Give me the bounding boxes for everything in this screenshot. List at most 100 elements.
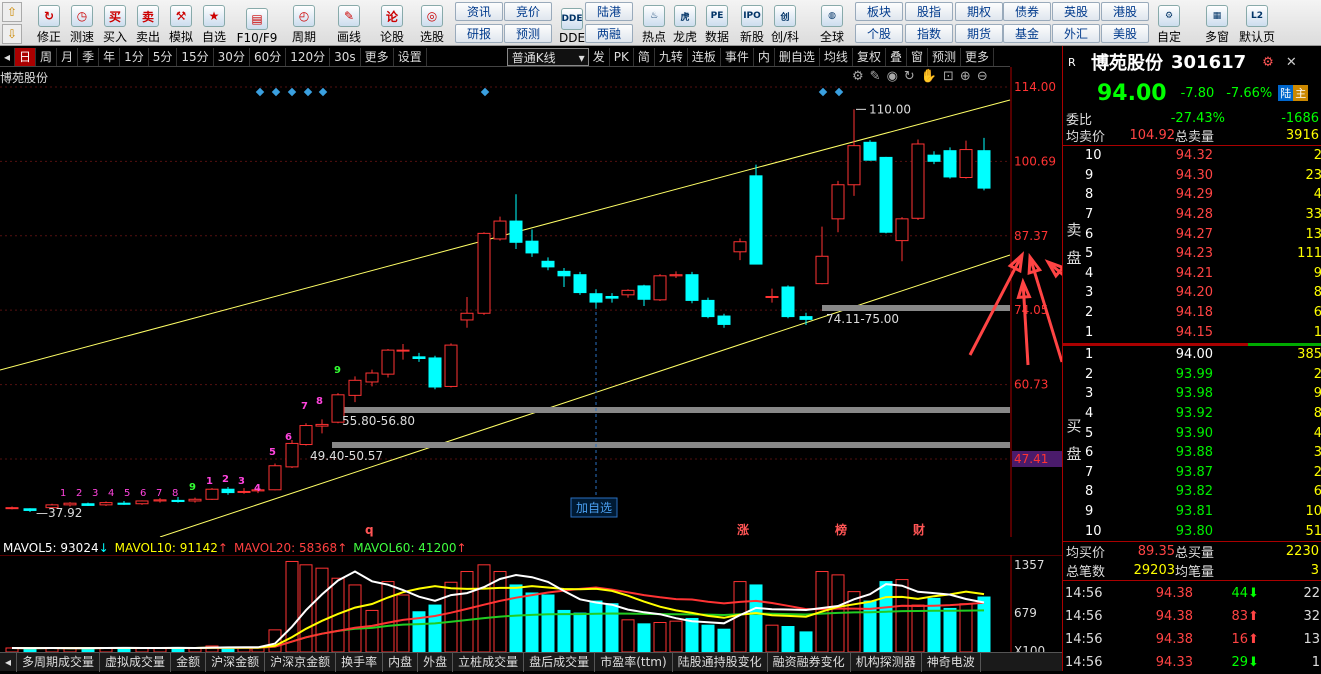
- chart-option-8[interactable]: 均线: [820, 47, 853, 66]
- candle[interactable]: [863, 140, 877, 161]
- chart-option-9[interactable]: 复权: [853, 47, 886, 66]
- zoom-in-icon[interactable]: ⊕: [960, 69, 977, 84]
- volume-bar[interactable]: [895, 579, 909, 652]
- volume-bar[interactable]: [943, 607, 957, 652]
- buy-level[interactable]: 1 94.00 385: [1083, 345, 1321, 365]
- sell-level[interactable]: 6 94.27 13: [1083, 224, 1321, 244]
- volume-bar[interactable]: [977, 596, 991, 652]
- buy-level[interactable]: 7 93.87 2: [1083, 463, 1321, 483]
- toolbar-star-button[interactable]: ★ 自选: [197, 2, 231, 45]
- candle[interactable]: [477, 232, 491, 315]
- candle[interactable]: [911, 139, 925, 220]
- event-mark[interactable]: 榜: [835, 522, 847, 537]
- settings-icon[interactable]: ⚙: [1262, 55, 1274, 70]
- volume-bar[interactable]: [541, 594, 555, 652]
- toolbar-f10-button[interactable]: ▤ F10/F9: [237, 2, 277, 45]
- volume-bar[interactable]: [589, 600, 603, 652]
- volume-bar[interactable]: [701, 624, 715, 652]
- toolbar-extra-button-2[interactable]: 虎龙虎: [668, 2, 702, 45]
- indicator-tab-5[interactable]: 换手率: [336, 653, 384, 672]
- indicator-tab-2[interactable]: 金额: [171, 653, 207, 672]
- volume-bar[interactable]: [444, 581, 458, 652]
- volume-bar[interactable]: [268, 629, 282, 652]
- quick-button-9[interactable]: 债券: [1003, 2, 1051, 21]
- volume-bar[interactable]: [460, 571, 474, 652]
- sell-level[interactable]: 1 94.15 1: [1083, 322, 1321, 342]
- tabs-left-arrow-icon[interactable]: ◂: [0, 653, 18, 672]
- toolbar-extra-button-8[interactable]: ▦ 多窗: [1200, 2, 1234, 45]
- volume-bar[interactable]: [365, 609, 379, 652]
- event-mark[interactable]: 涨: [737, 522, 749, 537]
- volume-bar[interactable]: [717, 628, 731, 652]
- period-tab-3[interactable]: 季: [78, 47, 100, 66]
- indicator-tab-9[interactable]: 盘后成交量: [524, 653, 596, 672]
- chart-option-0[interactable]: 发: [589, 47, 610, 66]
- indicator-tab-7[interactable]: 外盘: [418, 653, 454, 672]
- candle[interactable]: [299, 423, 313, 446]
- volume-bar[interactable]: [525, 592, 539, 652]
- indicator-tab-0[interactable]: 多周期成交量: [17, 653, 101, 672]
- volume-chart[interactable]: 1357 679 X100: [0, 555, 1062, 652]
- volume-bar[interactable]: [428, 604, 442, 652]
- candle[interactable]: [135, 500, 149, 505]
- sell-level[interactable]: 10 94.32 2: [1083, 146, 1321, 166]
- candle[interactable]: [285, 440, 299, 468]
- period-left-arrow-icon[interactable]: ◂: [0, 47, 16, 66]
- buy-level[interactable]: 10 93.80 51: [1083, 521, 1321, 541]
- period-tab-2[interactable]: 月: [57, 47, 79, 66]
- settings-icon[interactable]: ⚙: [852, 69, 870, 84]
- indicator-tab-10[interactable]: 市盈率(ttm): [595, 653, 673, 672]
- candle[interactable]: [685, 271, 699, 304]
- toolbar-select-button[interactable]: ◎ 选股: [415, 2, 449, 45]
- candle[interactable]: [99, 501, 113, 506]
- toolbar-buy-button[interactable]: 买买入: [98, 2, 132, 45]
- candle[interactable]: [205, 488, 219, 500]
- volume-bar[interactable]: [765, 624, 779, 652]
- quick-button-8[interactable]: 期权: [955, 2, 1003, 21]
- toolbar-extra-button-6[interactable]: ◍ 全球: [815, 2, 849, 45]
- buy-level[interactable]: 4 93.92 8: [1083, 404, 1321, 424]
- indicator-tab-6[interactable]: 内盘: [383, 653, 419, 672]
- eye-icon[interactable]: ◉: [887, 69, 904, 84]
- quick-button-13[interactable]: 指数: [905, 24, 953, 43]
- down-arrow-icon[interactable]: ⇩: [2, 24, 22, 44]
- quick-button-14[interactable]: 期货: [955, 24, 1003, 43]
- sell-level[interactable]: 9 94.30 23: [1083, 166, 1321, 186]
- candle[interactable]: [879, 156, 893, 234]
- indicator-tab-13[interactable]: 机构探测器: [851, 653, 922, 672]
- toolbar-refresh-button[interactable]: ↻ 修正: [32, 2, 66, 45]
- close-icon[interactable]: ✕: [1286, 55, 1297, 70]
- quick-button-2[interactable]: 研报: [455, 24, 503, 43]
- period-tab-7[interactable]: 15分: [177, 47, 214, 66]
- lock-icon[interactable]: ⊡: [943, 69, 960, 84]
- period-tab-9[interactable]: 60分: [250, 47, 287, 66]
- period-tab-12[interactable]: 更多: [361, 47, 394, 66]
- chart-option-6[interactable]: 内: [754, 47, 775, 66]
- toolbar-sell-button[interactable]: 卖卖出: [131, 2, 165, 45]
- candle[interactable]: [268, 463, 282, 491]
- toolbar-extra-button-3[interactable]: PE 数据: [700, 2, 734, 45]
- volume-bar[interactable]: [315, 567, 329, 652]
- quick-button-3[interactable]: 预测: [504, 24, 552, 43]
- volume-bar[interactable]: [781, 626, 795, 652]
- sell-level[interactable]: 3 94.20 8: [1083, 283, 1321, 303]
- toolbar-extra-button-4[interactable]: IPO 新股: [735, 2, 769, 45]
- volume-bar[interactable]: [381, 581, 395, 652]
- volume-bar[interactable]: [911, 604, 925, 652]
- hand-icon[interactable]: ✋: [921, 69, 943, 84]
- candle[interactable]: [749, 164, 763, 265]
- volume-bar[interactable]: [493, 571, 507, 652]
- event-mark[interactable]: 财: [912, 522, 925, 537]
- volume-bar[interactable]: [477, 564, 491, 652]
- candle[interactable]: [381, 349, 395, 378]
- chart-option-4[interactable]: 连板: [688, 47, 721, 66]
- event-mark[interactable]: q: [365, 523, 374, 537]
- indicator-tab-8[interactable]: 立桩成交量: [453, 653, 525, 672]
- toolbar-extra-button-1[interactable]: ♨ 热点: [637, 2, 671, 45]
- indicator-tab-11[interactable]: 陆股通持股变化: [673, 653, 768, 672]
- period-tab-5[interactable]: 1分: [120, 47, 149, 66]
- buy-level[interactable]: 8 93.82 6: [1083, 482, 1321, 502]
- quick-button-1[interactable]: 竞价: [504, 2, 552, 21]
- indicator-tab-3[interactable]: 沪深金额: [206, 653, 266, 672]
- period-tab-6[interactable]: 5分: [149, 47, 178, 66]
